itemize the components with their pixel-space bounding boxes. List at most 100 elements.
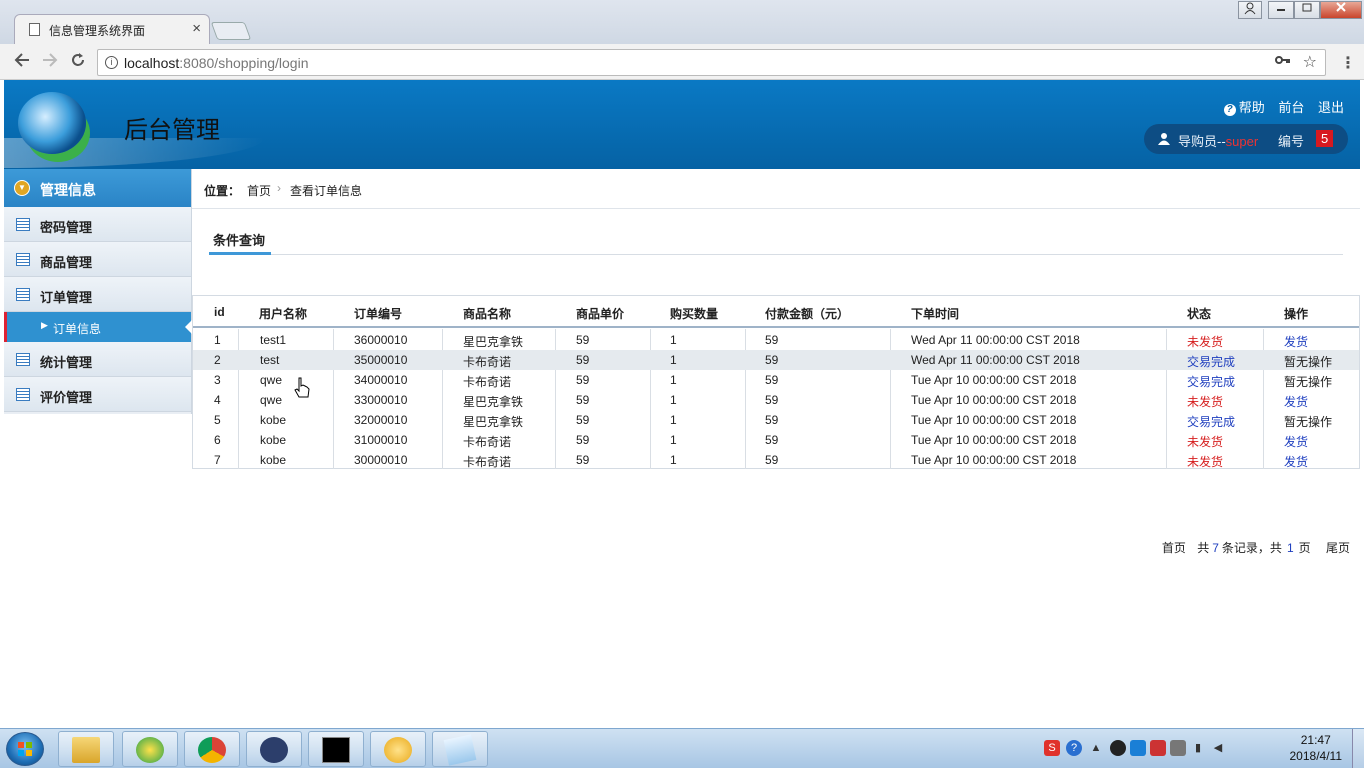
new-tab-button[interactable]	[210, 22, 252, 40]
cell-product-name: 星巴克拿铁	[463, 335, 524, 349]
tray-expand-icon[interactable]: ▲	[1088, 740, 1104, 756]
action-text: 暂无操作	[1284, 375, 1333, 389]
sidebar-item-label: 评价管理	[40, 390, 93, 405]
front-link[interactable]: 前台	[1278, 100, 1304, 115]
taskbar-chrome[interactable]	[184, 731, 240, 767]
input-method-icon[interactable]: S	[1044, 740, 1060, 756]
globe-logo-icon	[18, 92, 86, 154]
key-icon[interactable]	[1275, 53, 1291, 70]
start-button[interactable]	[6, 732, 44, 766]
show-desktop-button[interactable]	[1352, 729, 1364, 768]
ship-button[interactable]: 发货	[1284, 393, 1308, 410]
page-icon	[29, 23, 40, 36]
table-row: 3 qwe 34000010 卡布奇诺 59 1 59 Tue Apr 10 00:00:00…	[193, 370, 1359, 390]
forward-button[interactable]	[42, 52, 58, 71]
last-page-link[interactable]: 尾页	[1326, 541, 1350, 555]
column-header-status: 状态	[1187, 307, 1212, 321]
id-badge: 5	[1316, 130, 1334, 147]
reload-button[interactable]	[70, 52, 86, 71]
taskbar-explorer[interactable]	[58, 731, 114, 767]
sidebar-item-goods[interactable]: 商品管理	[4, 242, 191, 277]
app-icon	[384, 737, 412, 763]
cell-product-name: 星巴克拿铁	[463, 395, 524, 409]
clock[interactable]: 21:47 2018/4/11	[1290, 732, 1343, 764]
ship-button[interactable]: 发货	[1284, 433, 1308, 450]
sidebar-item-orders[interactable]: 订单管理	[4, 277, 191, 312]
table-row: 4 qwe 33000010 星巴克拿铁 59 1 59 Tue Apr 10 00:00:0…	[193, 390, 1359, 410]
cell-order-time: Wed Apr 11 00:00:00 CST 2018	[911, 353, 1080, 367]
breadcrumb-current: 查看订单信息	[290, 184, 363, 198]
site-header: 后台管理 ? 帮助 前台 退出 导购员--super 编号 5	[4, 80, 1360, 169]
cell-quantity: 1	[670, 353, 677, 367]
cell-unit-price: 59	[576, 413, 590, 427]
restore-button[interactable]	[1294, 1, 1320, 19]
cell-amount: 59	[765, 393, 779, 407]
first-page-link[interactable]: 首页	[1162, 541, 1186, 555]
close-window-button[interactable]	[1320, 1, 1362, 19]
breadcrumb-home[interactable]: 首页	[247, 182, 271, 199]
browser-tab[interactable]: 信息管理系统界面 ×	[14, 14, 210, 44]
cell-id: 5	[214, 413, 221, 427]
sidebar-item-password[interactable]: 密码管理	[4, 207, 191, 242]
flag-icon[interactable]	[1150, 740, 1166, 756]
column-header-order-no: 订单编号	[354, 307, 403, 321]
cell-unit-price: 59	[576, 393, 590, 407]
cell-order-no: 32000010	[354, 413, 408, 427]
tab-divider	[209, 254, 1343, 255]
help-tray-icon[interactable]: ?	[1066, 740, 1082, 756]
user-name: super	[1225, 134, 1259, 149]
cell-product-name: 星巴克拿铁	[463, 415, 524, 429]
cell-id: 2	[214, 353, 221, 367]
sidebar-item-stats[interactable]: 统计管理	[4, 342, 191, 377]
tab-condition-query[interactable]: 条件查询	[213, 230, 265, 249]
volume-icon[interactable]: ◀	[1210, 740, 1226, 756]
taskbar-eclipse[interactable]	[246, 731, 302, 767]
taskbar-cmd[interactable]	[308, 731, 364, 767]
cell-product-name: 卡布奇诺	[463, 375, 512, 389]
column-header-amount: 付款金额（元）	[765, 307, 850, 321]
help-link[interactable]: ? 帮助	[1223, 100, 1265, 116]
cell-order-no: 30000010	[354, 453, 408, 467]
cell-quantity: 1	[670, 373, 677, 387]
browser-menu-icon[interactable]: ⋮	[1340, 53, 1356, 73]
cell-order-time: Tue Apr 10 00:00:00 CST 2018	[911, 413, 1077, 427]
user-icon[interactable]	[1238, 1, 1262, 19]
qq-icon[interactable]	[1110, 740, 1126, 756]
table-row: 2 test 35000010 卡布奇诺 59 1 59 Wed Apr 11 00:00:0…	[193, 350, 1359, 370]
cell-amount: 59	[765, 413, 779, 427]
tab-close-icon[interactable]: ×	[192, 20, 201, 37]
cell-id: 6	[214, 433, 221, 447]
cell-quantity: 1	[670, 333, 677, 347]
sidebar-subitem-label: 订单信息	[53, 322, 102, 336]
taskbar-notepad[interactable]	[432, 731, 488, 767]
cell-amount: 59	[765, 433, 779, 447]
ship-button[interactable]: 发货	[1284, 453, 1308, 470]
network-icon[interactable]: ▮	[1190, 740, 1206, 756]
cell-amount: 59	[765, 333, 779, 347]
sidebar-item-label: 订单管理	[40, 290, 93, 305]
cell-order-no: 33000010	[354, 393, 408, 407]
sidebar-header[interactable]: ▼ 管理信息	[4, 169, 191, 207]
ship-button[interactable]: 发货	[1284, 333, 1308, 350]
cell-username: test1	[260, 333, 287, 347]
sidebar-item-label: 商品管理	[40, 255, 93, 270]
list-icon	[16, 253, 30, 266]
taskbar-app[interactable]	[370, 731, 426, 767]
cell-amount: 59	[765, 453, 779, 467]
bookmark-star-icon[interactable]: ☆	[1303, 52, 1317, 72]
cell-username: kobe	[260, 433, 287, 447]
info-icon[interactable]: i	[105, 56, 118, 69]
taskbar-music[interactable]	[122, 731, 178, 767]
back-button[interactable]	[14, 52, 30, 71]
url-input[interactable]: i localhost:8080/shopping/login ☆	[97, 49, 1326, 76]
cell-status: 未发货	[1187, 455, 1224, 469]
shield-icon[interactable]	[1130, 740, 1146, 756]
help-icon: ?	[1223, 104, 1236, 116]
device-icon[interactable]	[1170, 740, 1186, 756]
sidebar-subitem-order-info[interactable]: ▶ 订单信息	[4, 312, 192, 342]
cell-id: 4	[214, 393, 221, 407]
minimize-button[interactable]	[1268, 1, 1294, 19]
logout-link[interactable]: 退出	[1318, 100, 1344, 115]
table-row: 7 kobe 30000010 卡布奇诺 59 1 59 Tue Apr 10 00:00:0…	[193, 450, 1359, 470]
sidebar-item-reviews[interactable]: 评价管理	[4, 377, 191, 412]
